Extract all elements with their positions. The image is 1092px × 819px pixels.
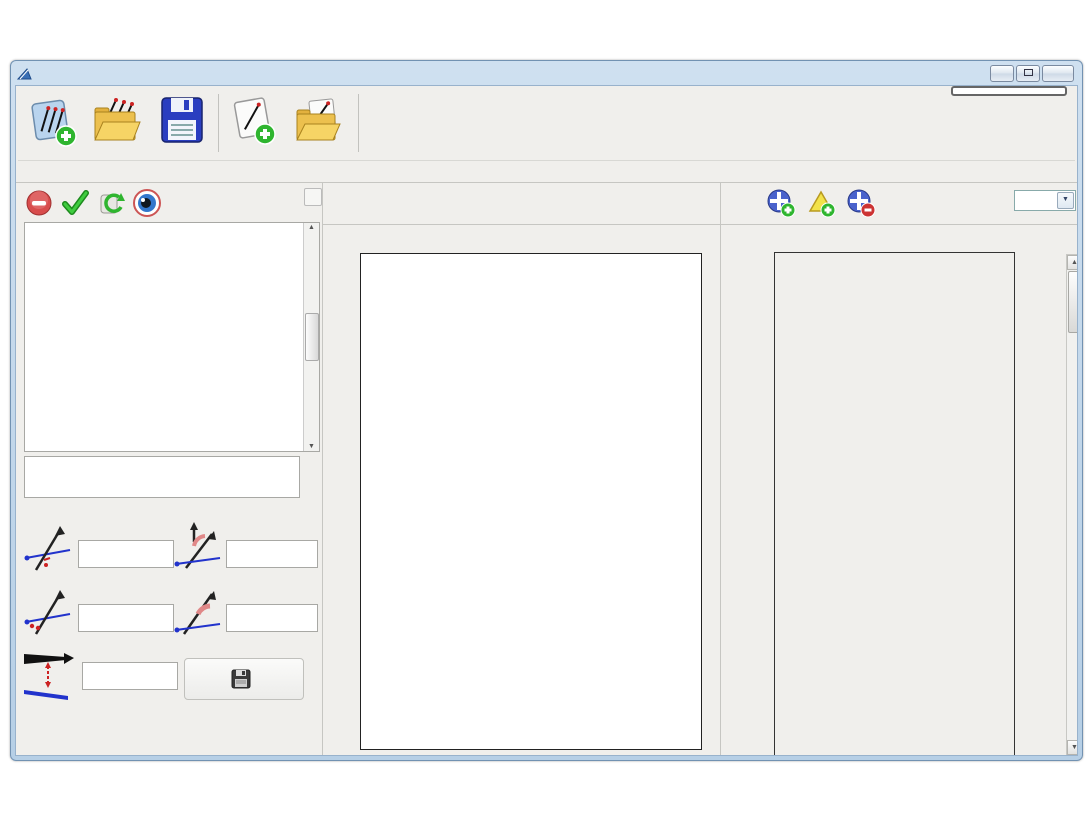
project-path — [24, 456, 300, 498]
save-profile-icon — [230, 668, 252, 690]
scroll-up-icon[interactable]: ▲ — [1067, 255, 1078, 270]
remove-profile-button[interactable] — [24, 188, 54, 218]
open-site-icon — [90, 92, 146, 152]
minimize-button[interactable] — [990, 65, 1014, 82]
close-button[interactable] — [1042, 65, 1074, 82]
toolbar-separator — [218, 94, 219, 152]
new-site-icon — [26, 92, 82, 152]
desktop: ▲ ▼ — [0, 0, 1092, 819]
zoom-select[interactable]: ▼ — [1014, 190, 1076, 211]
refresh-button[interactable] — [96, 188, 126, 218]
toolbar-separator2 — [358, 94, 359, 152]
remove-profile-view-button[interactable] — [846, 188, 876, 218]
site-plan-plot[interactable] — [360, 253, 702, 750]
map-toolbar — [328, 186, 588, 224]
trace-info-box — [951, 86, 1067, 96]
save-site-button[interactable] — [154, 92, 210, 152]
azimuth-icon — [174, 520, 222, 576]
aside-icon — [24, 588, 72, 640]
remove-icon — [24, 188, 54, 218]
scroll-down-icon[interactable]: ▼ — [1067, 740, 1078, 755]
apply-button[interactable] — [60, 188, 90, 218]
add-marker-button[interactable] — [806, 188, 836, 218]
save-icon — [154, 92, 210, 152]
window-controls — [990, 65, 1074, 82]
main-toolbar — [18, 88, 1075, 161]
check-icon — [60, 188, 90, 218]
by-height-input[interactable] — [82, 662, 178, 690]
add-profile-view-button[interactable] — [766, 188, 796, 218]
refresh-icon — [96, 188, 126, 218]
new-site-button[interactable] — [26, 92, 82, 152]
radargram-frame — [774, 252, 1015, 756]
window-body: ▲ ▼ — [15, 85, 1078, 756]
profiles-tree: ▲ ▼ — [24, 222, 320, 452]
new-profile-icon — [228, 92, 284, 152]
site-plan-drawing — [361, 254, 701, 749]
new-profile-button[interactable] — [228, 92, 284, 152]
tree-scroll-thumb[interactable] — [305, 313, 319, 361]
angle-input[interactable] — [226, 604, 318, 632]
chevron-down-icon[interactable]: ▼ — [1057, 192, 1074, 209]
app-icon — [17, 67, 33, 81]
azimuth-input[interactable] — [226, 540, 318, 568]
scroll-up-icon: ▲ — [305, 224, 318, 231]
length-of-profile — [30, 500, 36, 512]
map-panel — [322, 225, 720, 755]
angle-icon — [174, 584, 222, 640]
radar-vscroll-thumb[interactable] — [1068, 271, 1078, 333]
aside-input[interactable] — [78, 604, 174, 632]
open-profile-icon — [292, 92, 348, 152]
restore-button[interactable] — [1016, 65, 1040, 82]
radar-vertical-scrollbar[interactable]: ▲ ▼ — [1066, 254, 1078, 756]
by-course-icon — [24, 524, 72, 576]
menu-bar — [17, 64, 1076, 84]
open-profile-button[interactable] — [292, 92, 348, 152]
eye-icon — [132, 188, 162, 218]
scroll-down-icon: ▼ — [305, 443, 318, 450]
view-button[interactable] — [132, 188, 162, 218]
restore-icon — [1024, 69, 1033, 76]
open-site-button[interactable] — [90, 92, 146, 152]
radar-panel: ▼ ▲ ▼ ◄ ► — [721, 182, 1078, 755]
profile-toolbar — [22, 186, 322, 224]
tree-scrollbar[interactable]: ▲ ▼ — [303, 223, 319, 451]
by-height-icon — [22, 644, 78, 700]
triangle-plus-icon — [806, 188, 836, 218]
move-plus-icon — [766, 188, 796, 218]
collapse-panel-button[interactable] — [304, 188, 322, 206]
by-course-input[interactable] — [78, 540, 174, 568]
move-minus-icon — [846, 188, 876, 218]
save-profile-button[interactable] — [184, 658, 304, 700]
app-window: ▲ ▼ — [10, 60, 1083, 761]
